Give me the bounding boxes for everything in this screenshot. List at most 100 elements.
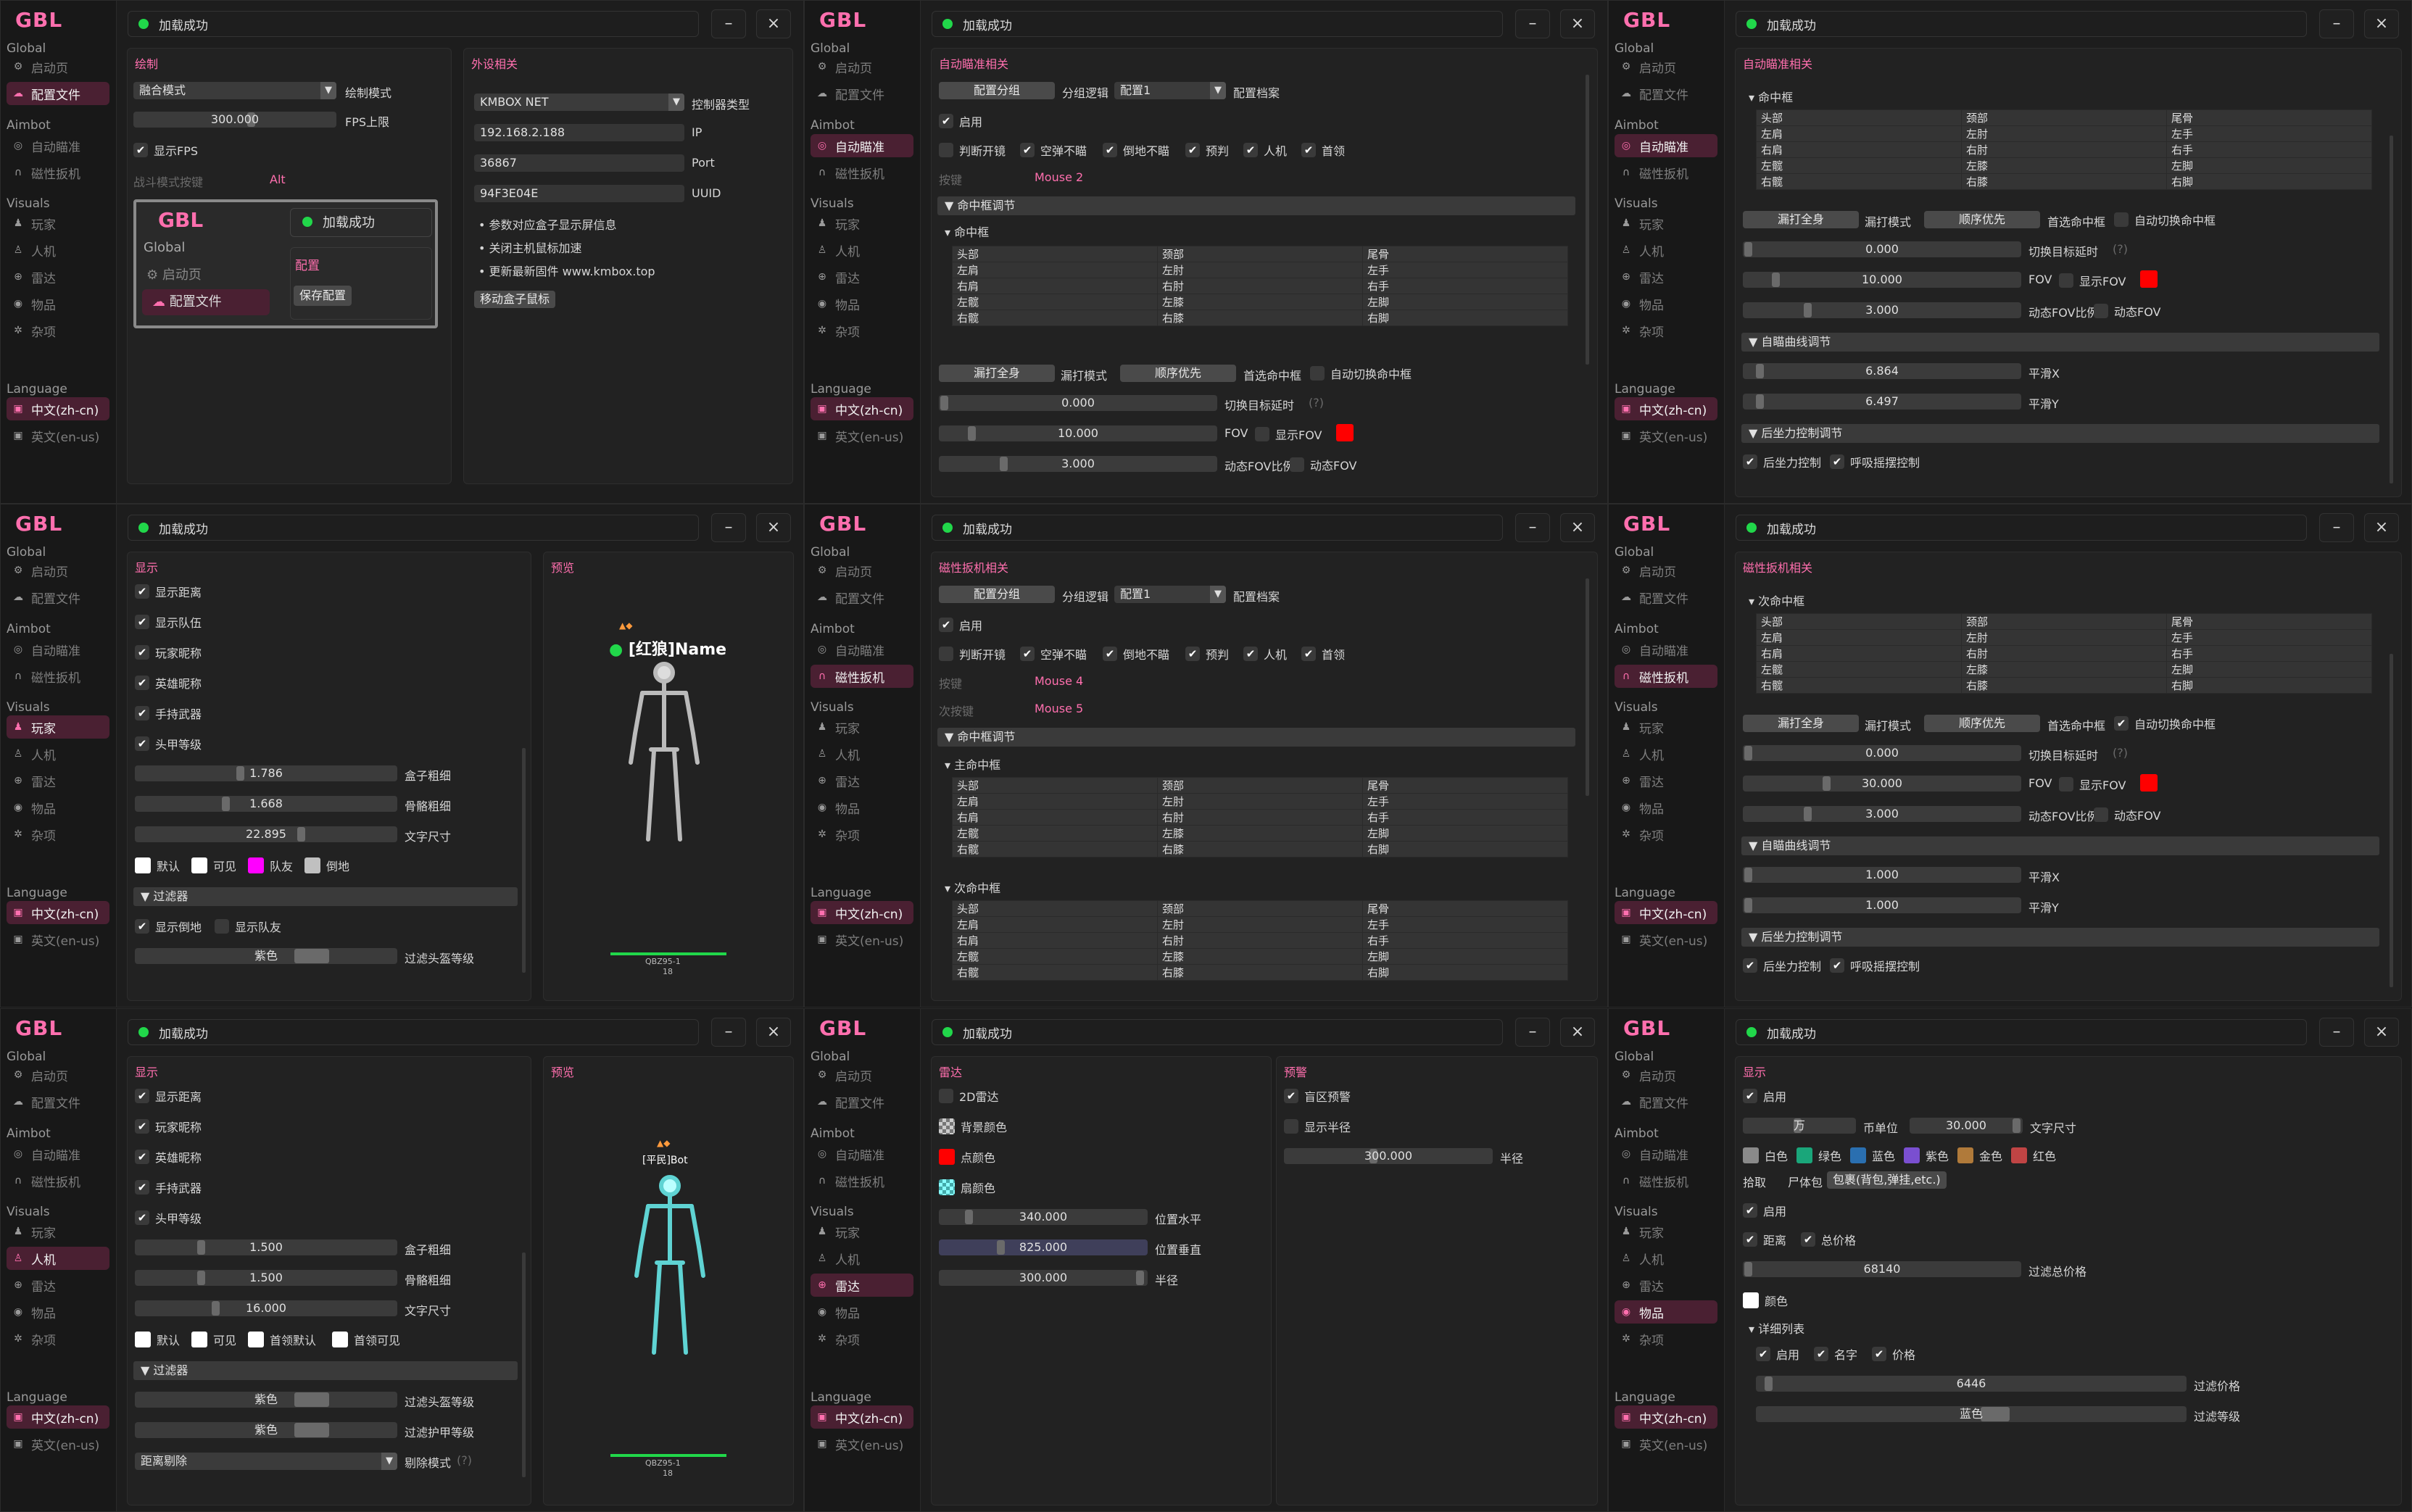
recoil-checkbox[interactable]: 后坐力控制 (1743, 453, 1821, 470)
nav-bot[interactable]: ♙ 人机 (7, 742, 109, 765)
group-button[interactable]: 配置分组 (939, 82, 1055, 99)
show-down-checkbox[interactable]: 显示倒地 (135, 918, 202, 935)
fov-adjust-header[interactable]: ▼ 命中框调节 (937, 728, 1575, 747)
nav-player[interactable]: ♟ 玩家 (7, 212, 109, 235)
judge-scope-checkbox[interactable]: 判断开镜 (939, 141, 1006, 159)
nav-autoaim[interactable]: ◎ 自动瞄准 (7, 638, 109, 661)
draw-mode-select[interactable]: 融合模式 ▼ (133, 82, 336, 99)
color-default[interactable]: 默认 (135, 1331, 180, 1348)
hitbox-cell[interactable]: 尾骨 (2166, 613, 2372, 630)
hitbox-cell[interactable]: 右膝 (1157, 310, 1363, 326)
key-value[interactable]: Mouse 2 (1035, 170, 1083, 184)
nav-items[interactable]: ◉ 物品 (7, 292, 109, 315)
key2-value[interactable]: Mouse 5 (1035, 702, 1083, 715)
hitbox-cell[interactable]: 左脚 (1362, 948, 1568, 965)
hitbox-cell[interactable]: 左手 (2166, 125, 2372, 142)
port-input[interactable]: 36867 (474, 154, 684, 172)
close-button[interactable]: × (756, 513, 791, 542)
nav-bot[interactable]: ♙ 人机 (7, 238, 109, 262)
nav-radar[interactable]: ⊕ 雷达 (811, 769, 913, 792)
auto-switch-checkbox[interactable]: 自动切换命中框 (1310, 365, 1412, 382)
recoil-checkbox[interactable]: 后坐力控制 (1743, 957, 1821, 974)
nav-player[interactable]: ♟ 玩家 (811, 1220, 913, 1243)
hitbox-cell[interactable]: 右肘 (1157, 809, 1363, 826)
smooth-x-slider[interactable]: 6.864 (1743, 363, 2021, 379)
move-mouse-button[interactable]: 移动盒子鼠标 (474, 291, 556, 308)
nav-misc[interactable]: ✲ 杂项 (811, 1327, 913, 1350)
player-nick-checkbox[interactable]: 玩家昵称 (135, 1118, 202, 1135)
armor-checkbox[interactable]: 头甲等级 (135, 1209, 202, 1226)
curve-header[interactable]: ▼ 自瞄曲线调节 (1741, 836, 2379, 855)
hitbox-cell[interactable]: 左膝 (1157, 948, 1363, 965)
hitbox-cell[interactable]: 头部 (952, 777, 1158, 794)
nav-lang-zh[interactable]: ▣ 中文(zh-cn) (1615, 901, 1717, 924)
nav-autoaim[interactable]: ◎ 自动瞄准 (1615, 134, 1717, 157)
hitbox-header[interactable]: ▾ 命中框 (945, 223, 989, 240)
order-button[interactable]: 顺序优先 (1924, 715, 2040, 732)
nav-config[interactable]: ☁ 配置文件 (1615, 1090, 1717, 1113)
color-visible[interactable]: 可见 (191, 1331, 236, 1348)
hitbox-cell[interactable]: 左手 (1362, 916, 1568, 933)
enable-checkbox[interactable]: 启用 (939, 112, 982, 130)
total-price-checkbox[interactable]: 总价格 (1801, 1231, 1856, 1248)
hitbox-cell[interactable]: 左膝 (1961, 157, 2167, 174)
enable-checkbox[interactable]: 启用 (1743, 1087, 1786, 1105)
nav-autoaim[interactable]: ◎ 自动瞄准 (1615, 638, 1717, 661)
enable-checkbox[interactable]: 启用 (939, 616, 982, 634)
fan-color[interactable]: 扇颜色 (939, 1179, 995, 1196)
hitbox-cell[interactable]: 右肩 (952, 278, 1158, 294)
predict-checkbox[interactable]: 预判 (1185, 645, 1229, 662)
hitbox-cell[interactable]: 头部 (1756, 613, 1962, 630)
detail-list-header[interactable]: ▾ 详细列表 (1749, 1319, 1804, 1337)
nav-lang-zh[interactable]: ▣ 中文(zh-cn) (811, 901, 913, 924)
hitbox-cell[interactable]: 右脚 (1362, 841, 1568, 857)
fov-slider[interactable]: 10.000 (1743, 272, 2021, 288)
nav-trigger[interactable]: ∩ 磁性扳机 (811, 665, 913, 688)
hitbox-cell[interactable]: 尾骨 (2166, 109, 2372, 126)
group-button[interactable]: 配置分组 (939, 586, 1055, 603)
nav-radar[interactable]: ⊕ 雷达 (1615, 769, 1717, 792)
nav-bot[interactable]: ♙ 人机 (1615, 742, 1717, 765)
hitbox-cell[interactable]: 左手 (1362, 793, 1568, 810)
color-default[interactable]: 默认 (135, 857, 180, 874)
hitbox-cell[interactable]: 尾骨 (1362, 900, 1568, 917)
hitbox-cell[interactable]: 左肩 (952, 793, 1158, 810)
pos-h-slider[interactable]: 340.000 (939, 1209, 1148, 1225)
minimize-button[interactable]: – (1515, 513, 1550, 542)
popup-startup[interactable]: ⚙ 启动页 (146, 265, 202, 283)
hitbox-cell[interactable]: 颈部 (1961, 613, 2167, 630)
nav-startup[interactable]: ⚙ 启动页 (1615, 559, 1717, 582)
hitbox-cell[interactable]: 右髋 (952, 964, 1158, 981)
close-button[interactable]: × (2364, 513, 2399, 542)
hitbox-cell[interactable]: 颈部 (1961, 109, 2167, 126)
nav-config[interactable]: ☁ 配置文件 (7, 82, 109, 105)
nav-startup[interactable]: ⚙ 启动页 (1615, 1063, 1717, 1087)
hitbox-cell[interactable]: 左肩 (1756, 629, 1962, 646)
filter-header[interactable]: ▼ 过滤器 (133, 887, 518, 906)
popup-config[interactable]: ☁ 配置文件 (142, 289, 270, 315)
radar2d-checkbox[interactable]: 2D雷达 (939, 1087, 999, 1105)
nav-radar[interactable]: ⊕ 雷达 (7, 769, 109, 792)
miss-mode-button[interactable]: 漏打全身 (1743, 211, 1859, 228)
help-icon[interactable]: (?) (2113, 746, 2128, 760)
nav-startup[interactable]: ⚙ 启动页 (7, 55, 109, 78)
show-fov-checkbox[interactable]: 显示FOV (1255, 425, 1322, 443)
nav-config[interactable]: ☁ 配置文件 (811, 586, 913, 609)
auto-switch-checkbox[interactable]: 自动切换命中框 (2114, 211, 2216, 228)
battle-key-value[interactable]: Alt (270, 173, 286, 186)
hitbox-cell[interactable]: 左髋 (1756, 661, 1962, 678)
smooth-x-slider[interactable]: 1.000 (1743, 867, 2021, 883)
nav-items[interactable]: ◉ 物品 (7, 1300, 109, 1324)
detail-price-checkbox[interactable]: 价格 (1872, 1345, 1915, 1363)
nav-player[interactable]: ♟ 玩家 (811, 715, 913, 739)
help-icon[interactable]: (?) (2113, 242, 2128, 256)
nav-startup[interactable]: ⚙ 启动页 (1615, 55, 1717, 78)
hitbox-cell[interactable]: 右肩 (952, 809, 1158, 826)
bot-checkbox[interactable]: 人机 (1243, 645, 1287, 662)
weapon-checkbox[interactable]: 手持武器 (135, 705, 202, 722)
hitbox-cell[interactable]: 左脚 (2166, 157, 2372, 174)
nav-misc[interactable]: ✲ 杂项 (1615, 1327, 1717, 1350)
nav-lang-en[interactable]: ▣ 英文(en-us) (811, 424, 913, 447)
nav-radar[interactable]: ⊕ 雷达 (811, 1274, 913, 1297)
armor-checkbox[interactable]: 头甲等级 (135, 735, 202, 752)
